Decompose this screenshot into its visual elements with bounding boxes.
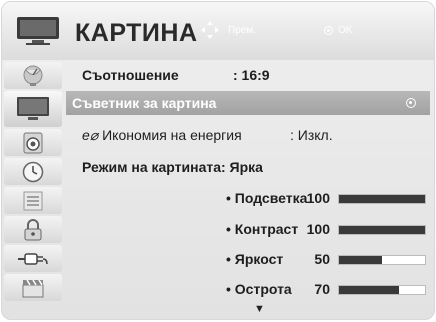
- contrast-bar-fill: [339, 226, 425, 234]
- sidebar-item-options[interactable]: [4, 187, 62, 214]
- picture-wizard-item[interactable]: Съветник за картина: [66, 91, 430, 115]
- eco-icon: e⌀: [82, 126, 99, 143]
- lock-icon: [24, 218, 42, 240]
- tv-screen-icon: [17, 97, 49, 120]
- ok-button-icon: [324, 26, 333, 35]
- sidebar-item-audio[interactable]: [4, 129, 62, 156]
- aspect-ratio-label: Съотношение: [82, 67, 179, 83]
- contrast-bar[interactable]: [338, 225, 426, 235]
- sidebar-item-time[interactable]: [4, 158, 62, 185]
- ok-hint: OK: [324, 25, 352, 36]
- backlight-bar-fill: [339, 195, 425, 203]
- energy-saving-value: : Изкл.: [290, 127, 333, 143]
- options-icon: [23, 191, 43, 210]
- input-plug-icon: [18, 252, 48, 265]
- sharpness-value: 70: [314, 281, 330, 297]
- ok-select-icon: [406, 98, 416, 108]
- sidebar-item-usb[interactable]: [4, 274, 62, 301]
- energy-saving-item[interactable]: e⌀ Икономия на енергия : Изкл.: [66, 123, 430, 147]
- sharpness-label: • Острота: [226, 281, 292, 297]
- contrast-value: 100: [306, 221, 330, 237]
- sidebar-item-picture[interactable]: [4, 91, 62, 127]
- sharpness-item[interactable]: • Острота 70: [66, 277, 430, 301]
- page-title: КАРТИНА: [75, 19, 198, 47]
- brightness-value: 50: [314, 251, 330, 267]
- sharpness-bar-fill: [339, 286, 400, 294]
- navigation-arrows-icon: [201, 21, 219, 39]
- aspect-ratio-item[interactable]: Съотношение : 16:9: [66, 63, 430, 87]
- brightness-bar[interactable]: [338, 255, 426, 265]
- backlight-label: • Подсветка: [226, 190, 308, 206]
- clapperboard-icon: [22, 279, 44, 297]
- tv-icon: [17, 17, 59, 45]
- backlight-bar[interactable]: [338, 194, 426, 204]
- energy-saving-label: e⌀ Икономия на енергия: [82, 127, 242, 144]
- speaker-icon: [23, 132, 43, 153]
- category-sidebar: [4, 62, 64, 319]
- sidebar-item-lock[interactable]: [4, 216, 62, 243]
- scroll-down-arrow-icon[interactable]: ▼: [254, 303, 265, 315]
- brightness-label: • Яркост: [226, 251, 284, 267]
- clock-icon: [22, 161, 44, 182]
- picture-wizard-label: Съветник за картина: [72, 95, 217, 111]
- backlight-item[interactable]: • Подсветка 100: [66, 186, 430, 210]
- menu-header: КАРТИНА Прем. OK: [2, 2, 434, 60]
- picture-mode-item[interactable]: Режим на картината: Ярка: [66, 155, 430, 179]
- aspect-ratio-value: : 16:9: [233, 67, 270, 83]
- picture-settings-list: Съотношение : 16:9 Съветник за картина e…: [66, 62, 434, 319]
- backlight-value: 100: [306, 190, 330, 206]
- picture-mode-label: Режим на картината: Ярка: [82, 159, 263, 175]
- picture-menu-window: КАРТИНА Прем. OK Съотношение: 16:9 Съве…: [1, 1, 435, 320]
- sidebar-item-setup[interactable]: [4, 62, 62, 89]
- move-hint: Прем.: [228, 25, 256, 36]
- contrast-item[interactable]: • Контраст 100: [66, 217, 430, 241]
- satellite-dish-icon: [23, 65, 43, 86]
- brightness-bar-fill: [339, 256, 382, 264]
- sidebar-item-input[interactable]: [4, 245, 62, 272]
- energy-saving-text: Икономия на енергия: [102, 126, 242, 143]
- sharpness-bar[interactable]: [338, 285, 426, 295]
- brightness-item[interactable]: • Яркост 50: [66, 247, 430, 271]
- ok-hint-label: OK: [338, 25, 353, 36]
- contrast-label: • Контраст: [226, 221, 299, 237]
